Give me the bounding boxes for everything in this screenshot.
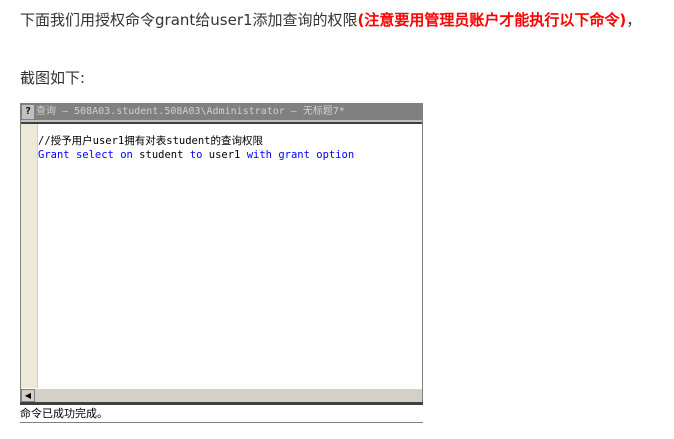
sql-keyword: to bbox=[189, 149, 203, 161]
editor-gutter bbox=[21, 124, 38, 388]
sql-keyword: option bbox=[316, 149, 355, 161]
sql-identifier: student bbox=[132, 149, 190, 161]
results-message: 命令已成功完成。 bbox=[20, 407, 108, 420]
results-pane-border bbox=[20, 402, 423, 405]
sql-identifier: user1 bbox=[202, 149, 247, 161]
query-window-titlebar: ? 查询 — 508A03.student.508A03\Administrato… bbox=[21, 104, 422, 120]
sql-keyword: on bbox=[120, 149, 133, 161]
sql-keyword: select bbox=[75, 149, 114, 161]
sql-comment: //授予用户user1拥有对表student的查询权限 bbox=[38, 135, 264, 147]
admin-warning: (注意要用管理员账户才能执行以下命令) bbox=[357, 11, 627, 29]
code-line: //授予用户user1拥有对表student的查询权限 bbox=[38, 134, 354, 148]
intro-paragraph: 下面我们用授权命令grant给user1添加查询的权限(注意要用管理员账户才能执… bbox=[20, 8, 660, 32]
horizontal-scrollbar[interactable]: ◀ bbox=[21, 388, 422, 403]
intro-tail: ， bbox=[626, 11, 642, 29]
sql-keyword: grant bbox=[278, 149, 310, 161]
sql-keyword: with bbox=[246, 149, 272, 161]
screenshot-caption: 截图如下: bbox=[20, 69, 86, 87]
sql-keyword: Grant bbox=[38, 149, 70, 161]
results-pane-bottom-line bbox=[20, 422, 423, 423]
query-analyzer-screenshot: ? 查询 — 508A03.student.508A03\Administrato… bbox=[20, 103, 423, 403]
query-window-title: 查询 — 508A03.student.508A03\Administrator… bbox=[36, 106, 345, 117]
intro-text: 下面我们用授权命令grant给user1添加查询的权限 bbox=[20, 11, 358, 29]
code-line: Grant select on student to user1 with gr… bbox=[38, 148, 354, 162]
editor-top-border bbox=[21, 122, 422, 124]
query-icon: ? bbox=[22, 105, 34, 119]
scroll-left-arrow-icon[interactable]: ◀ bbox=[21, 389, 35, 402]
sql-editor[interactable]: //授予用户user1拥有对表student的查询权限 Grant select … bbox=[38, 134, 354, 162]
